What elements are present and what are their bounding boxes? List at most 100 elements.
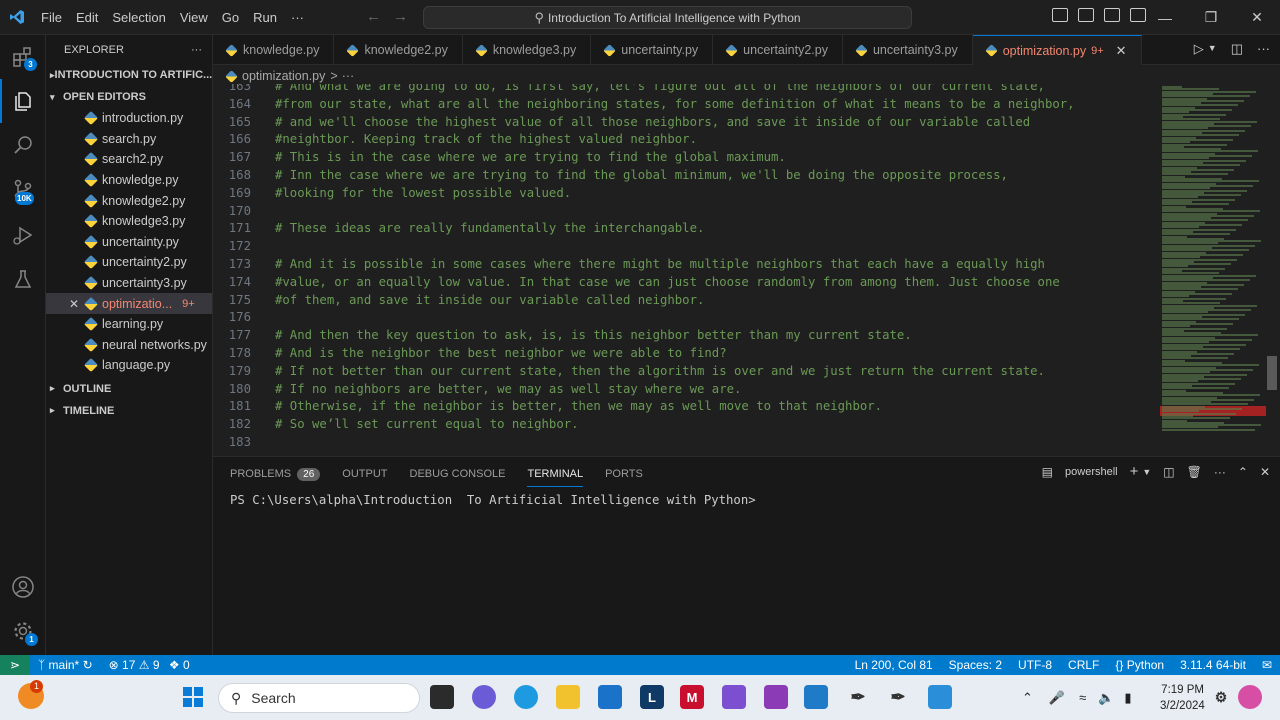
menu-more[interactable]: ···	[284, 0, 311, 35]
edge-browser-icon[interactable]	[514, 685, 538, 709]
minimap[interactable]	[1160, 84, 1266, 450]
toggle-primary-sidebar-icon[interactable]	[1052, 8, 1068, 22]
close-tab-icon[interactable]: ✕	[1116, 43, 1127, 59]
more-actions-icon[interactable]: ···	[1257, 41, 1270, 57]
code-line[interactable]: 175 #of them, and save it inside our vari…	[213, 292, 1158, 310]
breadcrumb-file[interactable]: optimization.py	[242, 69, 325, 83]
open-editor-item[interactable]: knowledge3.py	[46, 211, 212, 232]
maximize-panel-icon[interactable]: ⌃	[1238, 465, 1248, 479]
open-editor-item[interactable]: search.py	[46, 129, 212, 150]
end-of-line[interactable]: CRLF	[1060, 658, 1107, 672]
battery-icon[interactable]: ▮	[1124, 690, 1131, 706]
menu-run[interactable]: Run	[246, 0, 284, 35]
task-view-icon[interactable]	[430, 685, 454, 709]
new-terminal-icon[interactable]: +	[1130, 463, 1139, 480]
code-editor[interactable]: 163 # And what we are going to do, is fir…	[213, 84, 1158, 450]
workspace-section[interactable]: ▸ INTRODUCTION TO ARTIFIC...	[46, 64, 212, 86]
tab-uncertainty[interactable]: uncertainty.py	[591, 35, 714, 65]
open-editor-item[interactable]: neural networks.py	[46, 335, 212, 356]
language-mode[interactable]: {} Python	[1107, 658, 1172, 672]
show-hidden-icons-icon[interactable]: ⌃	[1022, 690, 1033, 706]
code-line[interactable]: 179 # If not better than our current stat…	[213, 363, 1158, 381]
windows-start-icon[interactable]	[183, 687, 203, 707]
open-editor-item[interactable]: knowledge.py	[46, 170, 212, 191]
terminal-prompt[interactable]: PS C:\Users\alpha\Introduction To Artifi…	[230, 493, 756, 507]
microphone-icon[interactable]: 🎤	[1049, 690, 1065, 706]
tab-uncertainty2[interactable]: uncertainty2.py	[713, 35, 843, 65]
account-icon[interactable]	[0, 565, 46, 609]
split-terminal-icon[interactable]: ◫	[1163, 465, 1174, 479]
menu-view[interactable]: View	[173, 0, 215, 35]
search-sidebar-icon[interactable]	[0, 123, 46, 167]
microsoft-store-icon[interactable]	[598, 685, 622, 709]
open-editor-item[interactable]: learning.py	[46, 314, 212, 335]
tab-uncertainty3[interactable]: uncertainty3.py	[843, 35, 973, 65]
file-explorer-icon[interactable]	[556, 685, 580, 709]
menu-selection[interactable]: Selection	[105, 0, 172, 35]
close-editor-icon[interactable]: ✕	[69, 297, 79, 311]
remote-desktop-icon[interactable]	[928, 685, 952, 709]
tab-terminal[interactable]: TERMINAL	[527, 461, 584, 487]
toggle-secondary-sidebar-icon[interactable]	[1104, 8, 1120, 22]
open-editor-item[interactable]: search2.py	[46, 149, 212, 170]
code-line[interactable]: 167 # This is in the case where we are tr…	[213, 149, 1158, 167]
problems-indicator[interactable]: ⊗ 17 ⚠ 9 ❖ 0	[101, 658, 198, 672]
notifications-bell-icon[interactable]: ✉	[1254, 658, 1280, 672]
close-panel-icon[interactable]: ✕	[1260, 465, 1270, 479]
taskbar-clock[interactable]: 7:19 PM 3/2/2024	[1160, 682, 1205, 714]
clipchamp-icon[interactable]	[764, 685, 788, 709]
notification-icon[interactable]: ⚙	[1209, 685, 1233, 709]
tab-problems[interactable]: PROBLEMS 26	[230, 461, 321, 487]
code-line[interactable]: 168 # Inn the case where we are trying to…	[213, 167, 1158, 185]
run-debug-icon[interactable]	[0, 213, 46, 257]
open-editors-section[interactable]: ▾ OPEN EDITORS	[46, 86, 212, 108]
menu-file[interactable]: File	[34, 0, 69, 35]
code-line[interactable]: 177 # And then the key question to ask, i…	[213, 327, 1158, 345]
copilot-icon[interactable]	[1238, 685, 1262, 709]
tab-output[interactable]: OUTPUT	[342, 461, 387, 487]
code-line[interactable]: 166 #neightbor. Keeping track of the high…	[213, 131, 1158, 149]
code-line[interactable]: 174 #value, or an equally low value. In t…	[213, 274, 1158, 292]
terminal-dropdown-icon[interactable]: ▼	[1142, 467, 1151, 477]
manage-gear-icon[interactable]: 1	[0, 609, 46, 653]
vscode-taskbar-icon[interactable]	[804, 685, 828, 709]
breadcrumb-ellipsis[interactable]: ···	[342, 69, 355, 83]
back-arrow-icon[interactable]: ←	[366, 8, 381, 25]
code-line[interactable]: 172	[213, 238, 1158, 256]
trash-icon[interactable]: 🗑	[1187, 465, 1202, 479]
code-line[interactable]: 176	[213, 309, 1158, 327]
code-line[interactable]: 170	[213, 203, 1158, 221]
menu-edit[interactable]: Edit	[69, 0, 105, 35]
extensions-icon[interactable]: 3	[0, 35, 46, 79]
toggle-panel-icon[interactable]	[1078, 8, 1094, 22]
explorer-icon[interactable]	[0, 79, 46, 123]
timeline-section[interactable]: ▸ TIMELINE	[46, 400, 212, 422]
testing-flask-icon[interactable]	[0, 257, 46, 301]
run-dropdown-icon[interactable]: ▼	[1208, 43, 1217, 57]
code-line[interactable]: 181 # Otherwise, if the neighbor is bette…	[213, 398, 1158, 416]
encoding[interactable]: UTF-8	[1010, 658, 1060, 672]
tab-ports[interactable]: PORTS	[605, 461, 643, 487]
tab-optimization[interactable]: optimization.py 9+ ✕	[972, 35, 1142, 65]
outline-section[interactable]: ▸ OUTLINE	[46, 378, 212, 400]
tab-debug-console[interactable]: DEBUG CONSOLE	[410, 461, 506, 487]
panel-more-icon[interactable]: ···	[1214, 465, 1226, 479]
tab-knowledge2[interactable]: knowledge2.py	[334, 35, 463, 65]
code-line[interactable]: 169 #looking for the lowest possible valu…	[213, 185, 1158, 203]
minimize-icon[interactable]: —	[1142, 0, 1188, 35]
pen-app-icon[interactable]: ✒	[846, 685, 870, 709]
tab-knowledge[interactable]: knowledge.py	[213, 35, 335, 65]
pen-app-2-icon[interactable]: ✒	[886, 685, 910, 709]
open-editor-item[interactable]: language.py	[46, 355, 212, 376]
code-line[interactable]: 182 # So we’ll set current equal to neigh…	[213, 416, 1158, 434]
shell-name[interactable]: powershell	[1065, 466, 1118, 478]
code-line[interactable]: 173 # And it is possible in some cases wh…	[213, 256, 1158, 274]
mcafee-icon[interactable]: M	[680, 685, 704, 709]
code-line[interactable]: 171 # These ideas are really fundamentall…	[213, 220, 1158, 238]
code-line[interactable]: 180 # If no neighbors are better, we may …	[213, 381, 1158, 399]
open-editor-item[interactable]: uncertainty2.py	[46, 252, 212, 273]
open-editor-item-active[interactable]: ✕ optimizatio... 9+	[46, 293, 212, 314]
wifi-icon[interactable]: ≈	[1079, 690, 1086, 705]
code-line[interactable]: 164 #from our state, what are all the nei…	[213, 96, 1158, 114]
tab-knowledge3[interactable]: knowledge3.py	[463, 35, 592, 65]
